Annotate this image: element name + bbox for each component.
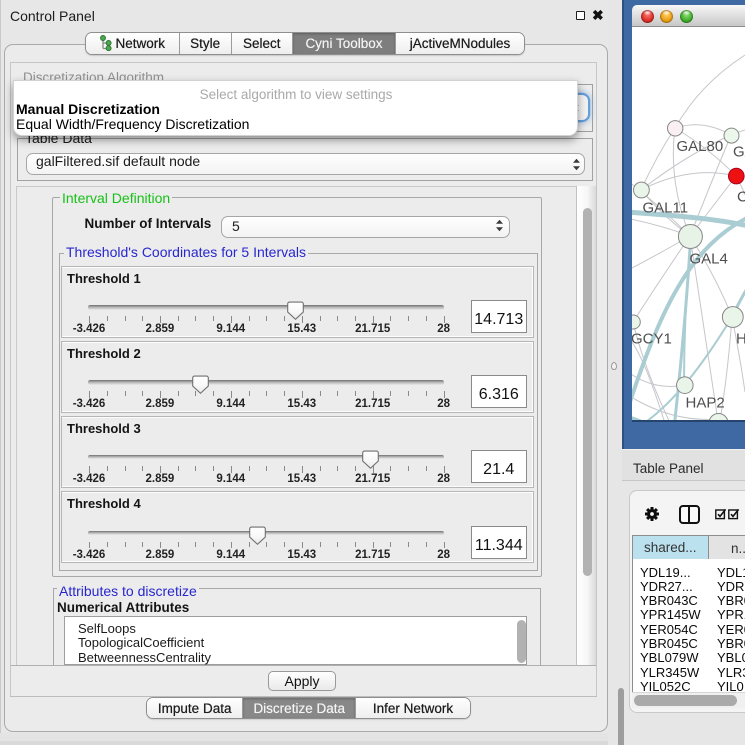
svg-text:GAL4: GAL4 [690,251,728,268]
svg-text:GCY1: GCY1 [632,331,672,348]
svg-text:H: H [736,331,745,348]
svg-text:GAL80: GAL80 [677,138,724,155]
svg-text:HAP2: HAP2 [686,395,725,412]
svg-text:GAL11: GAL11 [643,200,689,217]
svg-text:C: C [737,189,745,206]
svg-text:GA: GA [733,144,745,161]
